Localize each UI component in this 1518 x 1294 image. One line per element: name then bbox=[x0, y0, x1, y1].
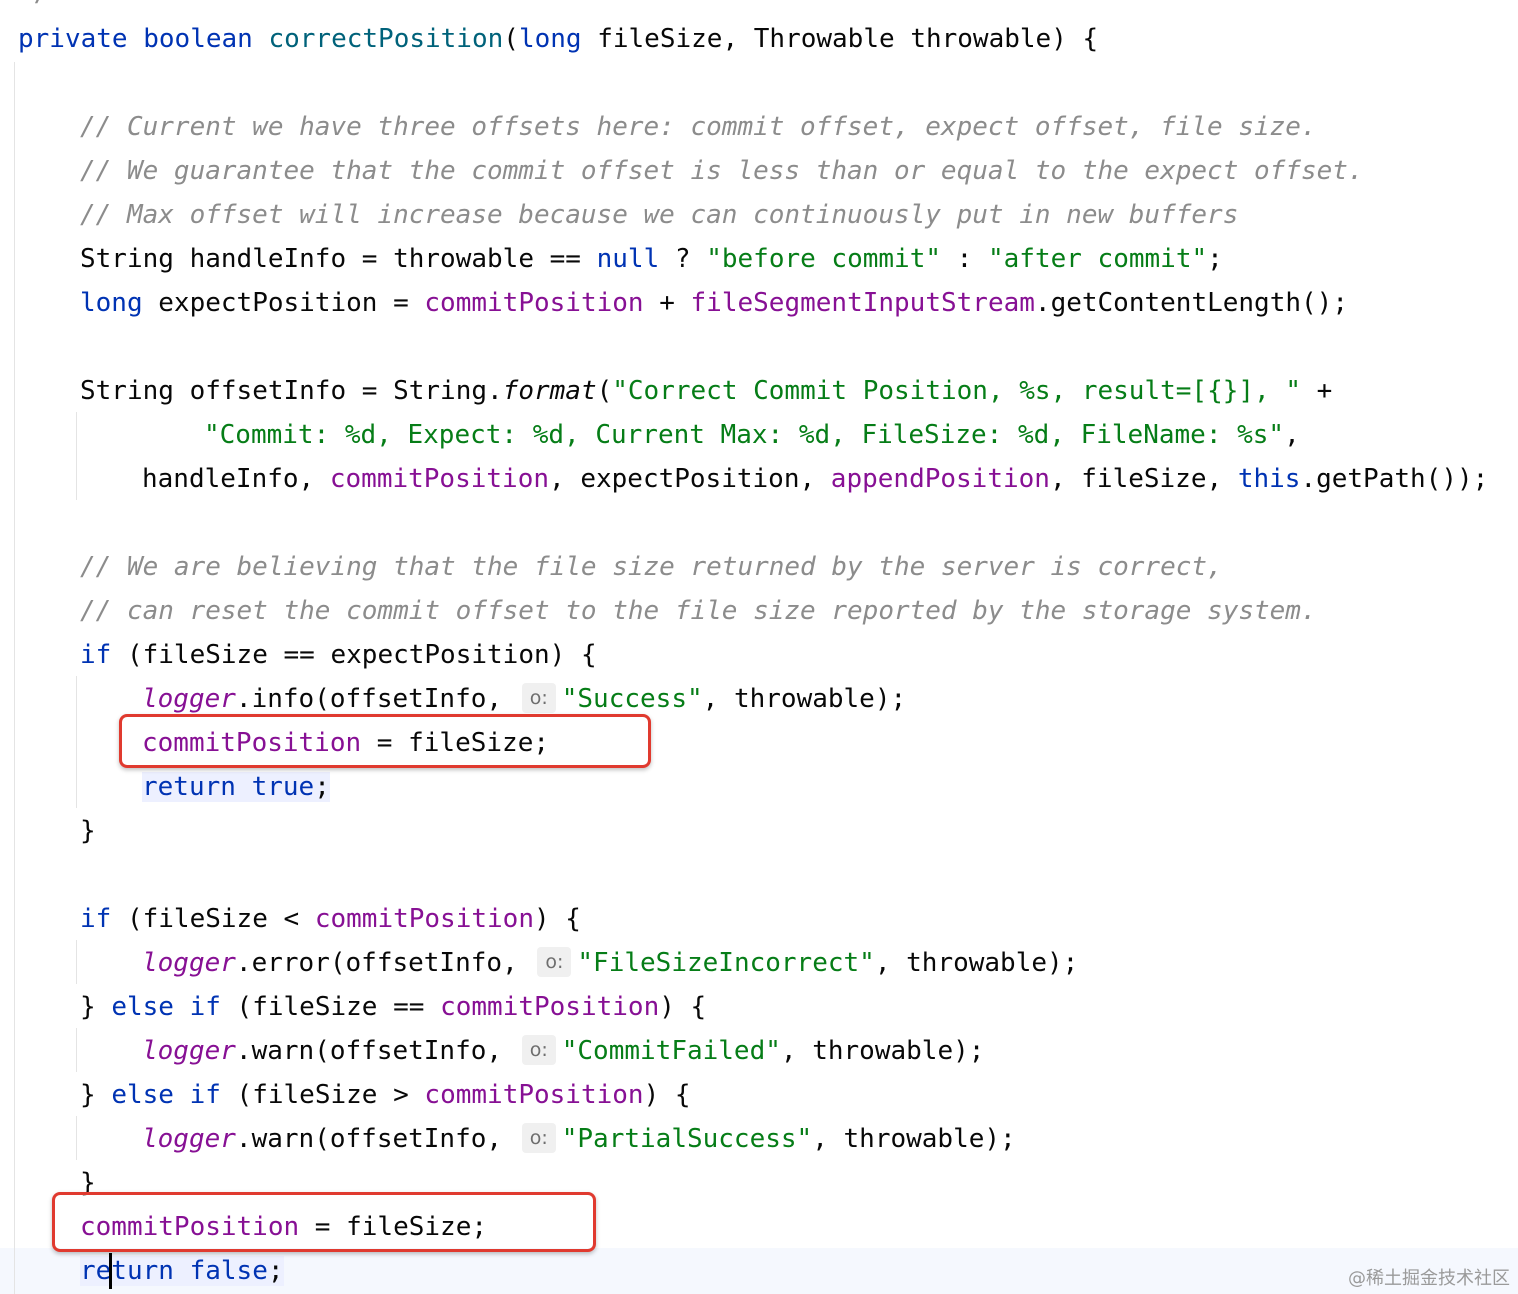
indent-guide-format bbox=[76, 412, 77, 500]
code-line-if-less: if (fileSize < commitPosition) { bbox=[80, 904, 581, 934]
indent-guide-elseif1 bbox=[76, 1028, 77, 1072]
indent-guide-if1 bbox=[76, 676, 77, 808]
code-comment-1: // Current we have three offsets here: c… bbox=[80, 112, 1317, 142]
watermark: @稀土掘金技术社区 bbox=[1348, 1268, 1510, 1289]
code-line-return-true: return true; bbox=[142, 772, 330, 802]
code-line-logger-warn-2: logger.warn(offsetInfo, o: "PartialSucces… bbox=[142, 1122, 1016, 1154]
code-line-format2: "Commit: %d, Expect: %d, Current Max: %d… bbox=[204, 420, 1300, 450]
code-line-return-false: return false; bbox=[80, 1256, 284, 1286]
code-editor[interactable]: */ private boolean correctPosition(long … bbox=[0, 0, 1518, 1294]
code-line-signature: private boolean correctPosition(long fil… bbox=[18, 24, 1099, 54]
code-comment-3: // Max offset will increase because we c… bbox=[80, 200, 1239, 230]
param-hint: o: bbox=[521, 1034, 556, 1065]
indent-guide-elseif2 bbox=[76, 1116, 77, 1160]
code-line-elseif-greater: } else if (fileSize > commitPosition) { bbox=[80, 1080, 691, 1110]
text-caret bbox=[109, 1253, 112, 1289]
code-line-elseif-equal: } else if (fileSize == commitPosition) { bbox=[80, 992, 707, 1022]
indent-guide-if2 bbox=[76, 940, 77, 984]
code-comment-4: // We are believing that the file size r… bbox=[80, 552, 1223, 582]
highlight-box-1 bbox=[119, 714, 651, 768]
code-comment-2: // We guarantee that the commit offset i… bbox=[80, 156, 1364, 186]
param-hint: o: bbox=[521, 682, 556, 713]
code-comment-5: // can reset the commit offset to the fi… bbox=[80, 596, 1317, 626]
highlight-box-2 bbox=[52, 1192, 596, 1252]
code-line-handleinfo: String handleInfo = throwable == null ? … bbox=[80, 244, 1223, 274]
code-line-logger-error: logger.error(offsetInfo, o: "FileSizeInco… bbox=[142, 946, 1079, 978]
indent-guide-method bbox=[14, 62, 15, 1294]
code-line-expectposition: long expectPosition = commitPosition + f… bbox=[80, 288, 1348, 318]
code-line-if-equal: if (fileSize == expectPosition) { bbox=[80, 640, 597, 670]
code-line-close-brace-1: } bbox=[80, 816, 96, 846]
comment-end-fragment: */ bbox=[18, 0, 49, 8]
code-line-offsetinfo: String offsetInfo = String.format("Corre… bbox=[80, 376, 1333, 406]
code-line-logger-warn-1: logger.warn(offsetInfo, o: "CommitFailed"… bbox=[142, 1034, 985, 1066]
param-hint: o: bbox=[537, 946, 572, 977]
param-hint: o: bbox=[521, 1122, 556, 1153]
code-line-format-args: handleInfo, commitPosition, expectPositi… bbox=[142, 464, 1489, 494]
